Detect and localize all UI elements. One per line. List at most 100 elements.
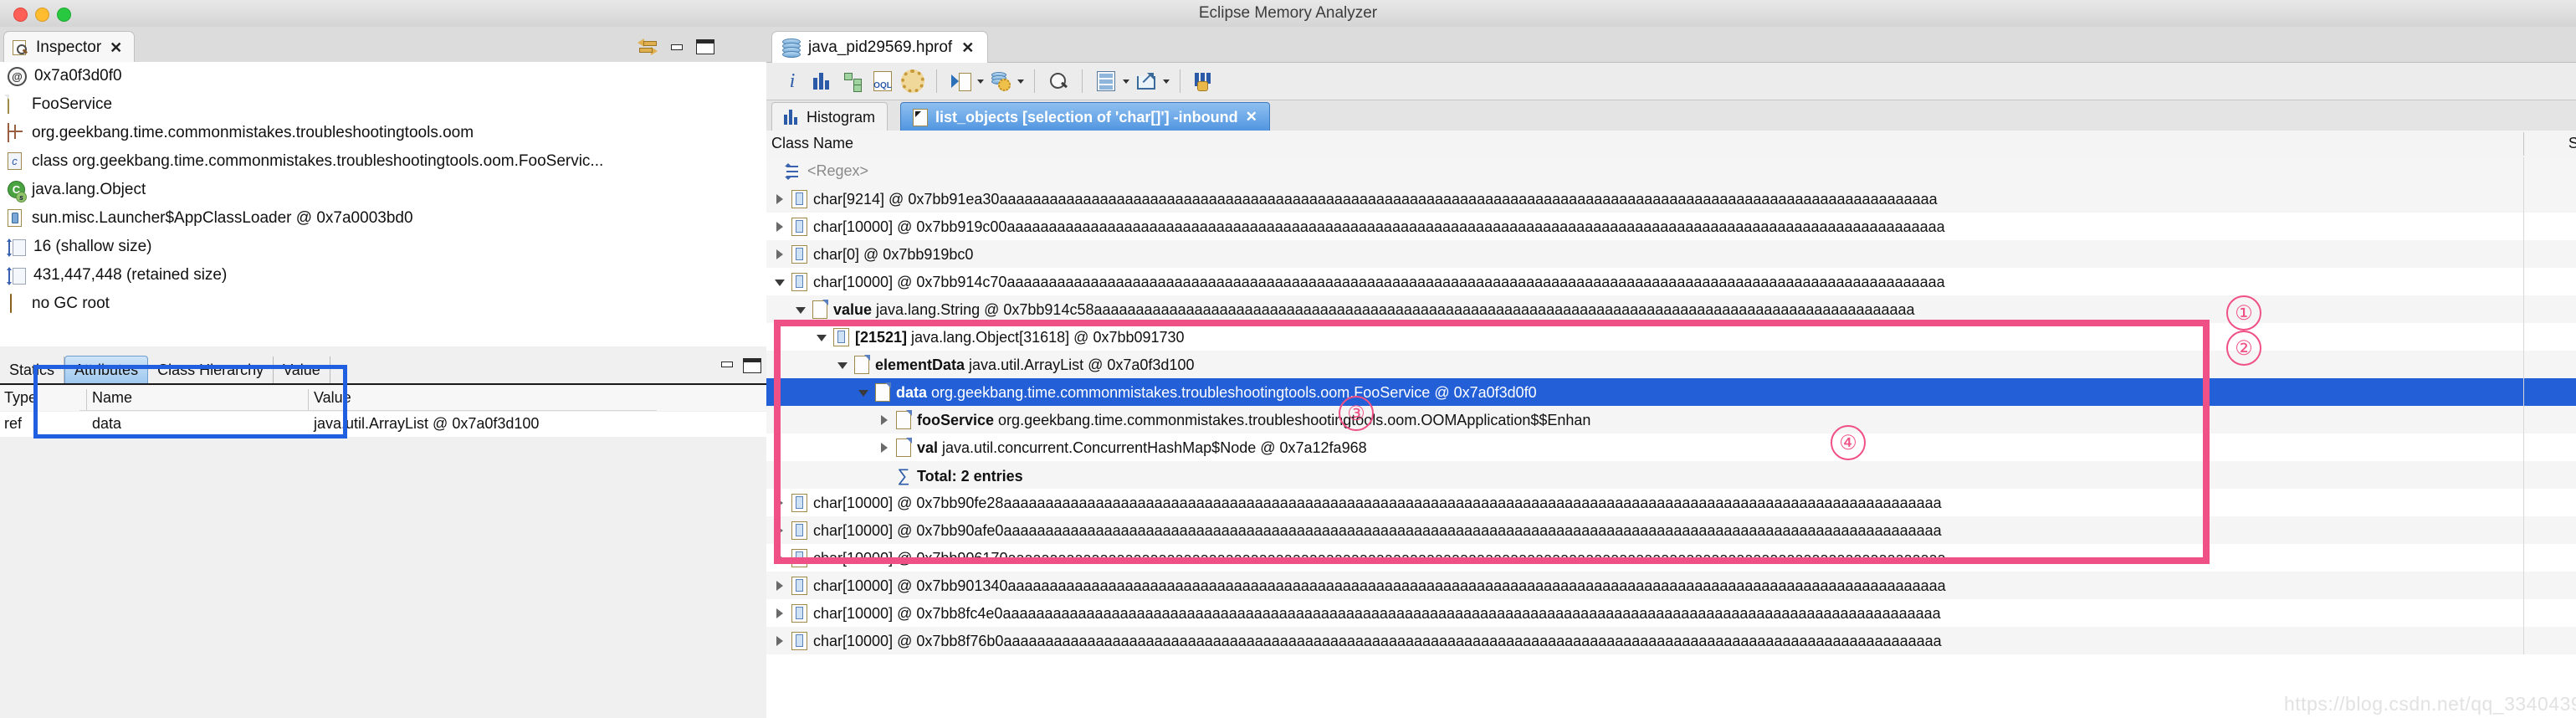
close-icon[interactable]: ✕ [961, 40, 974, 55]
chevron-down-icon[interactable] [1122, 67, 1130, 95]
table-row[interactable]: char[10000] @ 0x7bb914c70 aaaaaaaaaaaaaa… [766, 268, 2576, 295]
tab-label: Attributes [74, 361, 139, 378]
table-row[interactable]: ∑ Total: 2 entries [766, 461, 2576, 489]
table-row[interactable]: [21521] java.lang.Object[31618] @ 0x7bb0… [766, 323, 2576, 351]
list-item-label: sun.misc.Launcher$AppClassLoader @ 0x7a0… [32, 209, 413, 227]
list-item[interactable]: 431,447,448 (retained size) [0, 261, 766, 290]
list-item[interactable]: sun.misc.Launcher$AppClassLoader @ 0x7a0… [0, 204, 766, 233]
table-row[interactable]: data org.geekbang.time.commonmistakes.tr… [766, 378, 2576, 406]
table-row[interactable]: ref data java.util.ArrayList @ 0x7a0f3d1… [0, 412, 766, 437]
link-with-editor-icon[interactable] [638, 38, 658, 55]
collapse-arrow-icon[interactable] [775, 277, 786, 288]
chevron-down-icon[interactable] [1017, 67, 1025, 95]
column-header-value[interactable]: Value [314, 389, 351, 407]
list-item[interactable]: org.geekbang.time.commonmistakes.trouble… [0, 119, 766, 147]
column-header-class-name[interactable]: Class Name [771, 135, 853, 152]
dominator-tree-icon[interactable] [838, 67, 867, 95]
column-header-type[interactable]: Type [4, 389, 37, 407]
list-item[interactable]: Cs java.lang.Object [0, 176, 766, 204]
column-divider [2523, 544, 2524, 572]
watermark: https://blog.csdn.net/qq_33404395 [2284, 693, 2576, 715]
char-array-icon [791, 218, 807, 236]
expand-arrow-icon[interactable] [775, 635, 786, 647]
row-string-preview: aaaaaaaaaaaaaaaaaaaaaaaaaaaaaaaaaaaaaaaa… [1093, 300, 1915, 318]
table-row[interactable]: char[10000] @ 0x7bb906170 aaaaaaaaaaaaaa… [766, 544, 2576, 572]
expand-arrow-icon[interactable] [775, 221, 786, 233]
expand-arrow-icon[interactable] [775, 608, 786, 619]
expand-arrow-icon[interactable] [775, 193, 786, 205]
run-query-icon[interactable] [946, 67, 975, 95]
field-ref-icon [896, 410, 912, 429]
expand-arrow-icon[interactable] [775, 580, 786, 592]
row-label: char[9214] @ 0x7bb91ea30 aaaaaaaaaaaaaaa… [813, 191, 1938, 208]
list-item[interactable]: 16 (shallow size) [0, 233, 766, 261]
cell-shallow-heap: 20,016 [2536, 521, 2576, 539]
table-filter-row[interactable]: <Regex> <Numeric> <Numeric> [766, 157, 2576, 185]
histogram-icon[interactable] [808, 67, 837, 95]
expand-arrow-icon[interactable] [879, 442, 890, 454]
collapse-arrow-icon[interactable] [858, 387, 869, 398]
group-by-icon[interactable] [1190, 67, 1218, 95]
overview-info-icon[interactable]: i [778, 67, 807, 95]
list-item[interactable]: FooService [0, 90, 766, 119]
tab-statics[interactable]: Statics [0, 356, 65, 383]
expand-arrow-icon[interactable] [775, 249, 786, 260]
table-row[interactable]: char[10000] @ 0x7bb90afe0 aaaaaaaaaaaaaa… [766, 516, 2576, 544]
maximize-icon[interactable] [743, 358, 761, 373]
table-row[interactable]: char[10000] @ 0x7bb90fe28 aaaaaaaaaaaaaa… [766, 489, 2576, 516]
table-row[interactable]: elementData java.util.ArrayList @ 0x7a0f… [766, 351, 2576, 378]
cell-class-name: char[10000] @ 0x7bb914c70 aaaaaaaaaaaaaa… [775, 273, 1945, 291]
table-row[interactable]: char[10000] @ 0x7bb901340 aaaaaaaaaaaaaa… [766, 572, 2576, 599]
tab-class-hierarchy[interactable]: Class Hierarchy [148, 356, 274, 383]
tab-list-objects[interactable]: list_objects [selection of 'char[]'] -in… [900, 102, 1270, 131]
filter-class-name[interactable]: <Regex> [807, 162, 868, 180]
tab-inspector[interactable]: Inspector ✕ [3, 31, 136, 63]
maximize-icon[interactable] [696, 39, 714, 54]
expand-arrow-icon[interactable] [775, 525, 786, 536]
table-row[interactable]: char[9214] @ 0x7bb91ea30 aaaaaaaaaaaaaaa… [766, 185, 2576, 213]
export-icon[interactable] [1132, 67, 1160, 95]
expand-arrow-icon[interactable] [775, 552, 786, 564]
expand-arrow-icon[interactable] [879, 414, 890, 426]
tab-value[interactable]: Value [274, 356, 330, 383]
table-row[interactable]: char[0] @ 0x7bb919bc01616 [766, 240, 2576, 268]
oql-icon[interactable]: OQL [868, 67, 897, 95]
filter-shallow[interactable]: <Numeric> [2536, 162, 2576, 180]
collapse-arrow-icon[interactable] [817, 332, 827, 343]
chevron-down-icon[interactable] [1162, 67, 1170, 95]
minimize-icon[interactable] [669, 41, 684, 53]
table-row[interactable]: char[10000] @ 0x7bb8fc4e0 aaaaaaaaaaaaaa… [766, 599, 2576, 627]
tab-heap-dump-file[interactable]: java_pid29569.hprof ✕ [771, 31, 989, 64]
list-item[interactable]: c class org.geekbang.time.commonmistakes… [0, 147, 766, 176]
table-row[interactable]: fooService org.geekbang.time.commonmista… [766, 406, 2576, 433]
char-array-icon [791, 577, 807, 595]
column-divider [2523, 489, 2524, 516]
expand-arrow-icon[interactable] [775, 497, 786, 509]
minimize-icon[interactable] [720, 358, 735, 370]
inspector-object-list: @ 0x7a0f3d0f0 FooService org.geekbang.ti… [0, 62, 766, 346]
calculator-icon[interactable] [1092, 67, 1120, 95]
search-icon[interactable] [1044, 67, 1073, 95]
leak-suspects-icon[interactable] [899, 67, 927, 95]
table-row[interactable]: val java.util.concurrent.ConcurrentHashM… [766, 433, 2576, 461]
table-row[interactable]: char[10000] @ 0x7bb8f76b0 aaaaaaaaaaaaaa… [766, 627, 2576, 654]
row-string-preview: aaaaaaaaaaaaaaaaaaaaaaaaaaaaaaaaaaaaaaaa… [1007, 549, 1946, 567]
tab-histogram[interactable]: Histogram [771, 102, 889, 131]
collapse-arrow-icon[interactable] [796, 305, 807, 315]
table-row[interactable]: char[10000] @ 0x7bb919c00 aaaaaaaaaaaaaa… [766, 213, 2576, 240]
table-row[interactable]: value java.lang.String @ 0x7bb914c58 aaa… [766, 295, 2576, 323]
column-header-shallow-heap[interactable]: Shallow Heap [2536, 135, 2576, 152]
close-icon[interactable]: ✕ [110, 40, 122, 55]
row-label: char[10000] @ 0x7bb919c00 aaaaaaaaaaaaaa… [813, 218, 1945, 236]
shallow-size-icon [7, 238, 26, 257]
list-item[interactable]: @ 0x7a0f3d0f0 [0, 62, 766, 90]
tab-attributes[interactable]: Attributes [64, 356, 149, 383]
heap-query-icon[interactable] [986, 67, 1015, 95]
column-header-name[interactable]: Name [92, 389, 132, 407]
cell-class-name: char[9214] @ 0x7bb91ea30 aaaaaaaaaaaaaaa… [775, 190, 1938, 208]
row-label: [21521] java.lang.Object[31618] @ 0x7bb0… [855, 329, 1185, 346]
collapse-arrow-icon[interactable] [837, 360, 848, 371]
chevron-down-icon[interactable] [976, 67, 985, 95]
list-item[interactable]: no GC root [0, 290, 766, 318]
close-icon[interactable]: ✕ [1246, 109, 1257, 126]
